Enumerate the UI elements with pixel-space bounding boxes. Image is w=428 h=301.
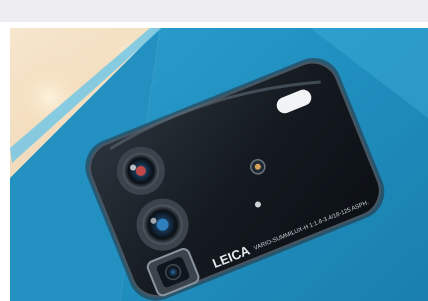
phone-camera-photo: LEICA VARIO-SUMMILUX-H 1:1.8-3.4/18-125 …: [10, 28, 428, 301]
top-band: [0, 0, 428, 22]
photo-illustration: LEICA VARIO-SUMMILUX-H 1:1.8-3.4/18-125 …: [10, 28, 428, 301]
page: LEICA VARIO-SUMMILUX-H 1:1.8-3.4/18-125 …: [0, 0, 428, 301]
